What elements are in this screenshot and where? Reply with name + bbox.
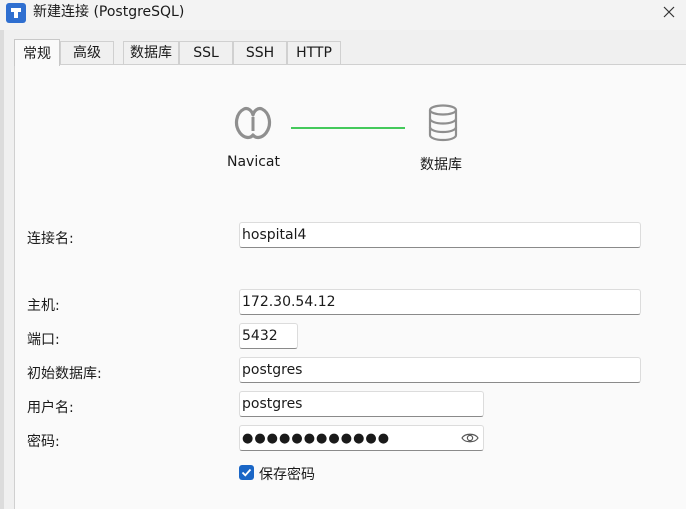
initial-database-label: 初始数据库: <box>27 366 102 382</box>
password-masked-value: ●●●●●●●●●●●● <box>242 431 391 446</box>
navicat-label: Navicat <box>227 154 280 170</box>
connection-name-label: 连接名: <box>27 231 74 247</box>
title-bar: 新建连接 (PostgreSQL) <box>0 0 686 30</box>
tab-database[interactable]: 数据库 <box>123 41 179 65</box>
port-field[interactable]: 5432 <box>239 323 298 349</box>
tab-http-label: HTTP <box>296 45 332 61</box>
tab-ssh-label: SSH <box>245 45 275 61</box>
host-field[interactable]: 172.30.54.12 <box>239 289 641 315</box>
tab-ssh[interactable]: SSH <box>233 41 287 65</box>
database-icon <box>427 104 459 146</box>
tab-general[interactable]: 常规 <box>14 39 60 66</box>
username-field[interactable]: postgres <box>239 391 484 417</box>
tab-ssl-label: SSL <box>193 45 219 61</box>
close-icon[interactable] <box>658 1 680 23</box>
initial-database-field[interactable]: postgres <box>239 357 641 383</box>
port-label: 端口: <box>27 332 60 348</box>
background-window-edge <box>0 30 4 509</box>
password-field[interactable]: ●●●●●●●●●●●● <box>239 425 484 451</box>
tab-database-label: 数据库 <box>130 45 172 61</box>
navicat-logo-icon <box>232 103 274 147</box>
eye-icon[interactable] <box>461 430 479 454</box>
tab-general-label: 常规 <box>23 46 51 62</box>
initial-database-value: postgres <box>242 362 303 378</box>
host-value: 172.30.54.12 <box>242 294 336 310</box>
port-value: 5432 <box>242 328 278 344</box>
window-title: 新建连接 (PostgreSQL) <box>33 4 185 20</box>
connection-name-value: hospital4 <box>242 227 307 243</box>
save-password-checkbox[interactable] <box>239 465 254 480</box>
connection-line <box>291 127 405 129</box>
connection-name-field[interactable]: hospital4 <box>239 222 641 248</box>
tab-advanced[interactable]: 高级 <box>60 41 114 65</box>
tab-ssl[interactable]: SSL <box>179 41 233 65</box>
navicat-connection-icon <box>6 3 26 23</box>
save-password-label[interactable]: 保存密码 <box>259 464 315 484</box>
username-label: 用户名: <box>27 400 74 416</box>
password-label: 密码: <box>27 434 60 450</box>
tab-http[interactable]: HTTP <box>287 41 341 65</box>
host-label: 主机: <box>27 298 60 314</box>
tab-advanced-label: 高级 <box>73 45 101 61</box>
username-value: postgres <box>242 396 303 412</box>
database-label: 数据库 <box>420 157 462 173</box>
